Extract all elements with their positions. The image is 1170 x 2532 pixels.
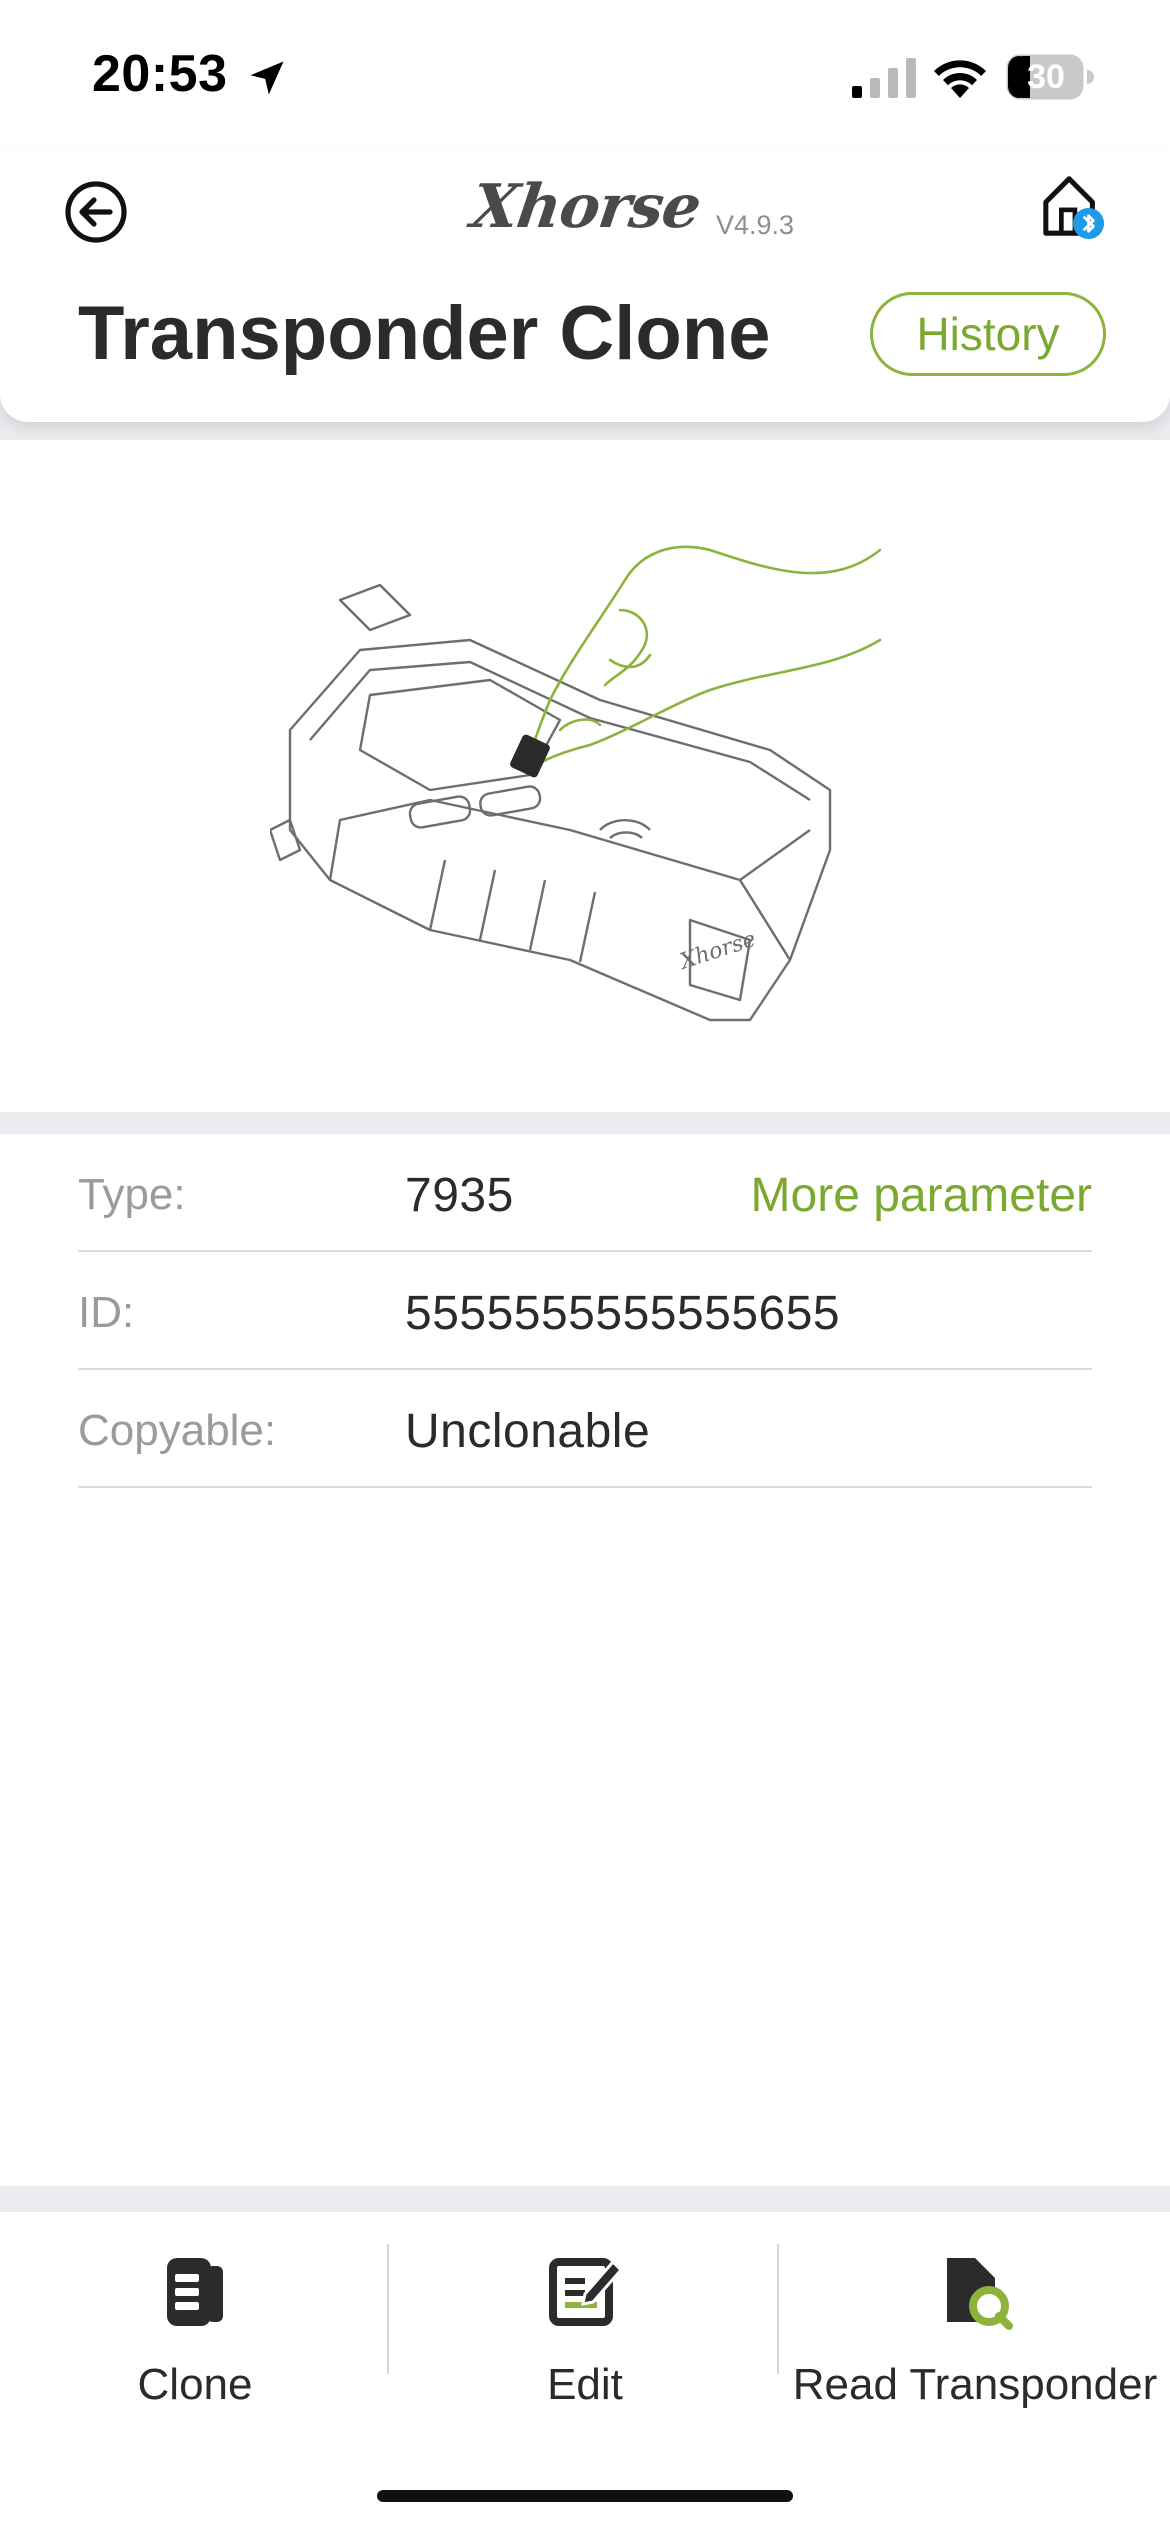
transponder-info: Type: 7935 More parameter ID: 5555555555… xyxy=(0,1134,1170,2186)
history-button[interactable]: History xyxy=(870,292,1106,376)
type-value: 7935 xyxy=(405,1169,514,1222)
app-version: V4.9.3 xyxy=(716,210,795,240)
info-row-id: ID: 5555555555555655 xyxy=(78,1252,1092,1370)
status-bar: 20:53 30 xyxy=(0,0,1170,150)
brand-logo: Xhorse xyxy=(467,172,705,242)
read-transponder-icon xyxy=(947,2258,1013,2330)
tab-read-transponder-label: Read Transponder xyxy=(792,2360,1158,2409)
key-tool-illustration: Xhorse xyxy=(270,545,882,1022)
id-label: ID: xyxy=(78,1288,135,1337)
tab-divider xyxy=(387,2244,389,2374)
status-time: 20:53 xyxy=(92,45,228,103)
edit-icon xyxy=(549,2258,624,2326)
tab-edit[interactable]: Edit xyxy=(390,2212,780,2412)
copyable-label: Copyable: xyxy=(78,1406,277,1455)
bottom-tab-bar: Clone Edit Read Transponder xyxy=(0,2212,1170,2532)
device-illustration: Xhorse xyxy=(0,440,1170,1112)
location-arrow-icon xyxy=(250,61,284,95)
home-indicator xyxy=(377,2490,793,2502)
back-button[interactable] xyxy=(64,180,128,244)
more-parameter-link[interactable]: More parameter xyxy=(751,1168,1092,1223)
wifi-icon xyxy=(934,60,986,98)
tab-clone[interactable]: Clone xyxy=(0,2212,390,2412)
info-row-type: Type: 7935 More parameter xyxy=(78,1134,1092,1252)
tab-edit-label: Edit xyxy=(547,2360,623,2409)
header: Xhorse V4.9.3 Transponder Clone History xyxy=(0,150,1170,422)
type-label: Type: xyxy=(78,1170,186,1219)
device-bluetooth-icon[interactable] xyxy=(1040,170,1106,242)
id-value: 5555555555555655 xyxy=(405,1287,841,1340)
copyable-value: Unclonable xyxy=(405,1405,651,1458)
battery-level: 30 xyxy=(1027,58,1065,96)
info-row-copyable: Copyable: Unclonable xyxy=(78,1370,1092,1488)
tab-clone-label: Clone xyxy=(137,2360,253,2409)
car-key-icon xyxy=(167,2258,223,2326)
signal-icon xyxy=(852,58,916,98)
tab-divider xyxy=(777,2244,779,2374)
page-title: Transponder Clone xyxy=(78,291,771,376)
tab-read-transponder[interactable]: Read Transponder xyxy=(780,2212,1170,2412)
